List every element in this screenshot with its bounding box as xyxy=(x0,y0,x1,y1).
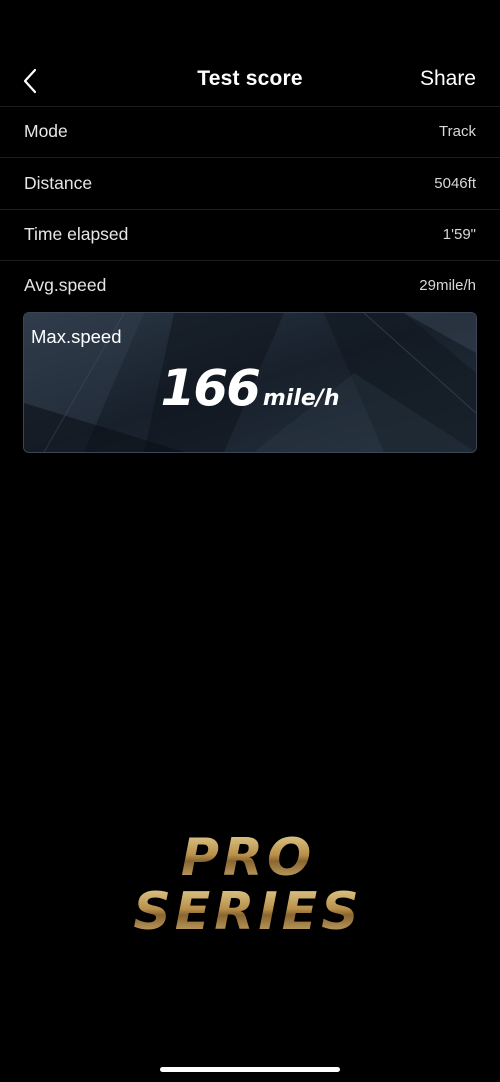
distance-label: Distance xyxy=(24,173,93,193)
distance-value: 5046ft xyxy=(434,175,476,192)
mode-row: Mode Track xyxy=(0,106,500,158)
avg-speed-value: 29mile/h xyxy=(419,277,476,294)
mode-value: Track xyxy=(439,123,476,140)
distance-row: Distance 5046ft xyxy=(0,158,500,210)
avg-speed-row: Avg.speed 29mile/h xyxy=(0,260,500,311)
avg-speed-label: Avg.speed xyxy=(24,275,107,295)
max-speed-unit: mile/h xyxy=(262,386,340,411)
pro-series-logo: PRO SERIES xyxy=(133,828,362,940)
time-elapsed-value: 1'59" xyxy=(442,226,476,243)
mode-label: Mode xyxy=(24,121,68,141)
max-speed-value: 166 xyxy=(160,359,261,417)
max-speed-display: 166 mile/h xyxy=(24,359,476,417)
time-elapsed-row: Time elapsed 1'59" xyxy=(0,209,500,261)
logo-line-pro: PRO xyxy=(181,828,315,888)
max-speed-label: Max.speed xyxy=(31,326,122,347)
share-button[interactable]: Share xyxy=(420,67,476,91)
time-elapsed-label: Time elapsed xyxy=(24,224,129,244)
max-speed-card: Max.speed 166 mile/h xyxy=(23,312,477,453)
logo-line-series: SERIES xyxy=(133,882,362,940)
navigation-bar: Test score Share xyxy=(0,54,500,107)
home-indicator[interactable] xyxy=(160,1067,340,1072)
